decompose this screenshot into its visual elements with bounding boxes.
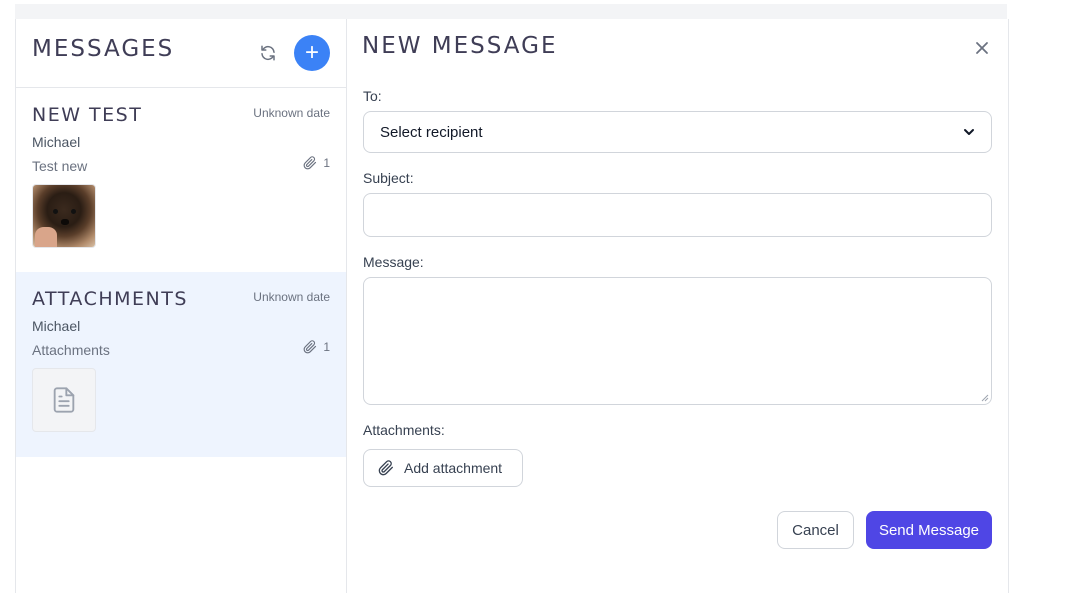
to-label: To: (363, 88, 382, 104)
message-preview: Test new (32, 158, 88, 174)
image-attachment-thumbnail[interactable] (32, 184, 96, 248)
recipient-select[interactable]: Select recipient (363, 111, 992, 153)
compose-title: NEW MESSAGE (362, 33, 558, 59)
close-icon (976, 42, 988, 54)
messages-sidebar: MESSAGES + NEW TEST Unknown date Michael… (16, 19, 347, 593)
subject-label: Subject: (363, 170, 414, 186)
puppy-photo (33, 185, 95, 247)
message-label: Message: (363, 254, 424, 270)
message-subject: NEW TEST (32, 104, 143, 126)
document-icon (53, 387, 75, 413)
attachment-count: 1 (303, 340, 330, 354)
sidebar-title: MESSAGES (32, 36, 175, 62)
message-subject: ATTACHMENTS (32, 288, 188, 310)
plus-icon: + (304, 39, 319, 66)
compose-panel: NEW MESSAGE To: Select recipient Subject… (347, 19, 1008, 593)
paperclip-icon (303, 156, 317, 170)
messages-app: MESSAGES + NEW TEST Unknown date Michael… (15, 19, 1009, 593)
add-attachment-button[interactable]: Add attachment (363, 449, 523, 487)
document-attachment-thumbnail[interactable] (32, 368, 96, 432)
message-date: Unknown date (253, 106, 330, 120)
close-button[interactable] (971, 37, 993, 59)
message-sender: Michael (32, 134, 81, 150)
sidebar-header: MESSAGES + (16, 19, 346, 88)
message-preview: Attachments (32, 342, 110, 358)
cancel-button[interactable]: Cancel (777, 511, 854, 549)
new-message-button[interactable]: + (294, 35, 330, 71)
attachments-label: Attachments: (363, 422, 445, 438)
subject-input[interactable] (363, 193, 992, 237)
recipient-select-value: Select recipient (380, 123, 483, 141)
paperclip-icon (378, 460, 393, 476)
add-attachment-label: Add attachment (404, 460, 503, 476)
attachment-count-value: 1 (323, 156, 330, 170)
resize-handle-icon[interactable] (981, 394, 989, 402)
paperclip-icon (303, 340, 317, 354)
message-list-item[interactable]: NEW TEST Unknown date Michael Test new 1 (16, 88, 346, 272)
send-message-button[interactable]: Send Message (866, 511, 992, 549)
refresh-icon (261, 45, 275, 61)
refresh-button[interactable] (256, 41, 280, 65)
message-date: Unknown date (253, 290, 330, 304)
attachment-count: 1 (303, 156, 330, 170)
top-bar (15, 4, 1007, 19)
message-textarea[interactable] (363, 277, 992, 405)
message-list-item-selected[interactable]: ATTACHMENTS Unknown date Michael Attachm… (16, 272, 346, 457)
attachment-count-value: 1 (323, 340, 330, 354)
message-sender: Michael (32, 318, 81, 334)
chevron-down-icon (964, 129, 974, 135)
